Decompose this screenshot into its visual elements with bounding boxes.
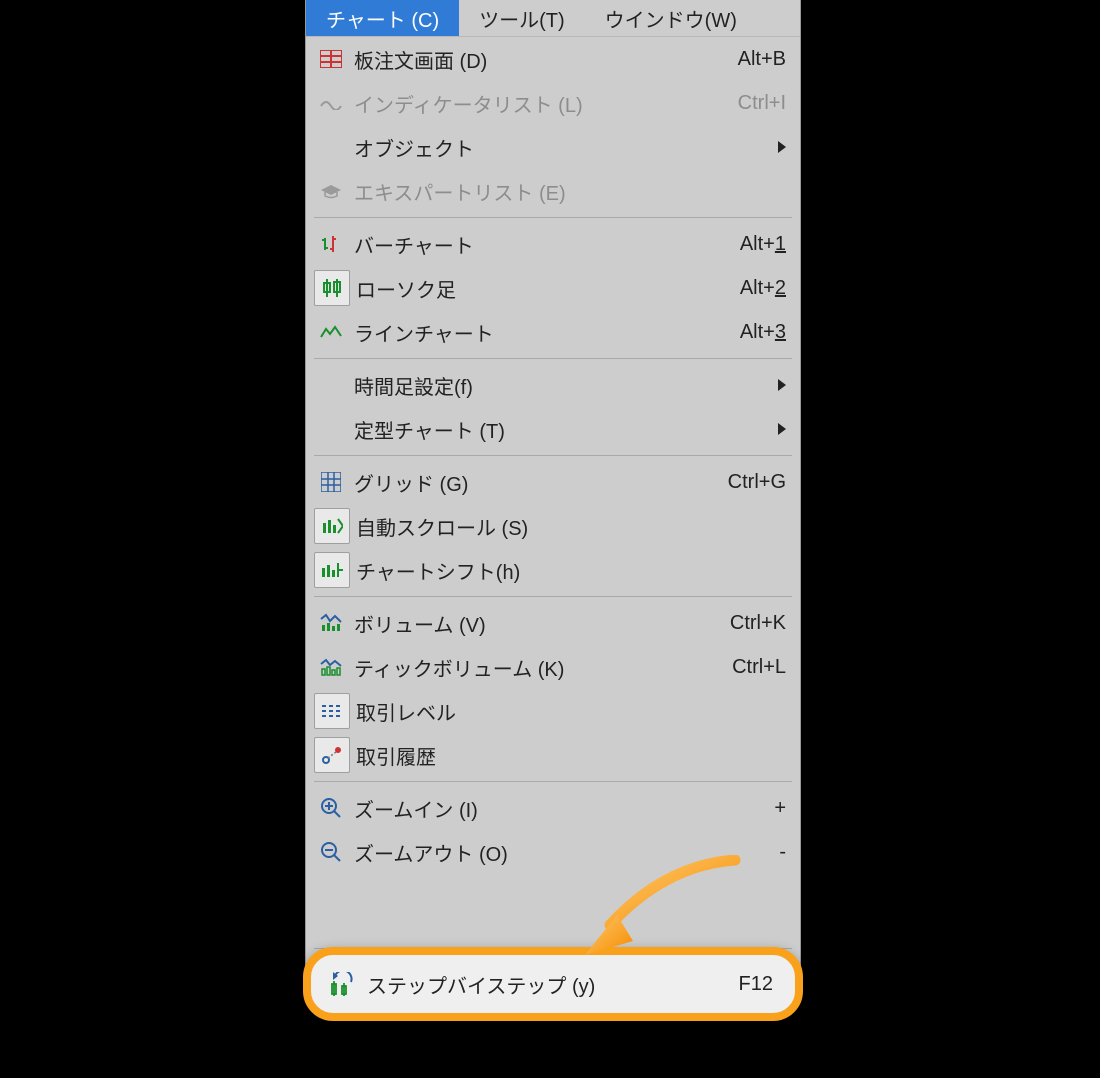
menu-item-auto-scroll[interactable]: 自動スクロール (S) bbox=[306, 504, 800, 548]
menu-item-shortcut: Ctrl+L bbox=[716, 656, 786, 679]
blank-icon bbox=[314, 368, 348, 402]
menu-item-shortcut: Alt+B bbox=[716, 48, 786, 71]
submenu-arrow-icon bbox=[778, 423, 786, 435]
menu-item-shortcut: Alt+2 bbox=[716, 277, 786, 300]
menu-item-label: ラインチャート bbox=[354, 318, 716, 347]
menu-separator bbox=[314, 455, 792, 456]
menu-item-depth-of-market[interactable]: 板注文画面 (D) Alt+B bbox=[306, 37, 800, 81]
step-by-step-icon bbox=[325, 967, 359, 1001]
menu-item-objects[interactable]: オブジェクト bbox=[306, 125, 800, 169]
trade-levels-icon bbox=[314, 693, 350, 729]
menu-item-label: グリッド (G) bbox=[354, 468, 716, 497]
menu-item-indicator-list: インディケータリスト (L) Ctrl+I bbox=[306, 81, 800, 125]
menu-item-label: 定型チャート (T) bbox=[354, 415, 770, 444]
menu-item-shortcut: Ctrl+K bbox=[716, 612, 786, 635]
menu-item-zoom-in[interactable]: ズームイン (I) + bbox=[306, 786, 800, 830]
menu-separator bbox=[314, 596, 792, 597]
graduation-cap-icon bbox=[314, 174, 348, 208]
menu-item-label: チャートシフト(h) bbox=[356, 556, 786, 585]
menu-item-bar-chart[interactable]: バーチャート Alt+1 bbox=[306, 222, 800, 266]
zoom-in-icon bbox=[314, 791, 348, 825]
menu-item-trade-levels[interactable]: 取引レベル bbox=[306, 689, 800, 733]
menu-item-label: 自動スクロール (S) bbox=[356, 512, 786, 541]
menu-item-chart-shift[interactable]: チャートシフト(h) bbox=[306, 548, 800, 592]
menu-item-candlestick[interactable]: ローソク足 Alt+2 bbox=[306, 266, 800, 310]
submenu-arrow-icon bbox=[778, 141, 786, 153]
menu-item-templates[interactable]: 定型チャート (T) bbox=[306, 407, 800, 451]
menu-item-label: ローソク足 bbox=[356, 274, 716, 303]
menu-item-shortcut: + bbox=[716, 797, 786, 820]
menu-separator bbox=[314, 781, 792, 782]
menu-item-label: インディケータリスト (L) bbox=[354, 89, 716, 118]
menu-item-shortcut: Alt+1 bbox=[716, 233, 786, 256]
blank-icon bbox=[314, 412, 348, 446]
menu-item-label: バーチャート bbox=[354, 230, 716, 259]
menu-item-line-chart[interactable]: ラインチャート Alt+3 bbox=[306, 310, 800, 354]
spacer bbox=[306, 874, 800, 944]
bar-chart-icon bbox=[314, 227, 348, 261]
menu-item-label: オブジェクト bbox=[354, 133, 770, 162]
tick-volume-icon bbox=[314, 650, 348, 684]
menu-item-shortcut: Ctrl+I bbox=[716, 92, 786, 115]
blank-icon bbox=[314, 130, 348, 164]
callout-label: ステップバイステップ (y) bbox=[367, 970, 739, 999]
menu-item-label: ボリューム (V) bbox=[354, 609, 716, 638]
candlestick-icon bbox=[314, 270, 350, 306]
menu-item-shortcut: - bbox=[716, 841, 786, 864]
menu-body: 板注文画面 (D) Alt+B インディケータリスト (L) Ctrl+I オブ… bbox=[306, 37, 800, 1001]
menu-item-shortcut: Alt+3 bbox=[716, 321, 786, 344]
volume-icon bbox=[314, 606, 348, 640]
menu-item-tick-volume[interactable]: ティックボリューム (K) Ctrl+L bbox=[306, 645, 800, 689]
menu-item-trade-history[interactable]: 取引履歴 bbox=[306, 733, 800, 777]
menu-item-expert-list: エキスパートリスト (E) bbox=[306, 169, 800, 213]
menu-item-label: 時間足設定(f) bbox=[354, 371, 770, 400]
menu-separator bbox=[314, 358, 792, 359]
menu-item-grid[interactable]: グリッド (G) Ctrl+G bbox=[306, 460, 800, 504]
menubar-tab-chart[interactable]: チャート (C) bbox=[306, 0, 459, 36]
menu-item-label: 板注文画面 (D) bbox=[354, 45, 716, 74]
menu-item-shortcut: Ctrl+G bbox=[716, 471, 786, 494]
menu-item-label: ズームアウト (O) bbox=[354, 838, 716, 867]
auto-scroll-icon bbox=[314, 508, 350, 544]
table-icon bbox=[314, 42, 348, 76]
trade-history-icon bbox=[314, 737, 350, 773]
menu-item-label: ティックボリューム (K) bbox=[354, 653, 716, 682]
menubar-tab-window[interactable]: ウインドウ(W) bbox=[585, 0, 757, 36]
menubar-tab-tools[interactable]: ツール(T) bbox=[459, 0, 585, 36]
menubar: チャート (C) ツール(T) ウインドウ(W) bbox=[306, 0, 800, 37]
callout-shortcut: F12 bbox=[739, 973, 773, 996]
menu-item-zoom-out[interactable]: ズームアウト (O) - bbox=[306, 830, 800, 874]
line-chart-icon bbox=[314, 315, 348, 349]
menu-item-label: 取引レベル bbox=[356, 697, 786, 726]
menu-item-volume[interactable]: ボリューム (V) Ctrl+K bbox=[306, 601, 800, 645]
menu-item-label: エキスパートリスト (E) bbox=[354, 177, 786, 206]
menu-item-timeframes[interactable]: 時間足設定(f) bbox=[306, 363, 800, 407]
grid-icon bbox=[314, 465, 348, 499]
chart-menu-dropdown: チャート (C) ツール(T) ウインドウ(W) 板注文画面 (D) Alt+B bbox=[306, 0, 800, 1001]
submenu-arrow-icon bbox=[778, 379, 786, 391]
menu-item-label: ズームイン (I) bbox=[354, 794, 716, 823]
callout-step-by-step[interactable]: ステップバイステップ (y) F12 bbox=[303, 947, 803, 1021]
chart-shift-icon bbox=[314, 552, 350, 588]
menu-separator bbox=[314, 217, 792, 218]
menu-item-label: 取引履歴 bbox=[356, 741, 786, 770]
zoom-out-icon bbox=[314, 835, 348, 869]
wave-icon bbox=[314, 86, 348, 120]
